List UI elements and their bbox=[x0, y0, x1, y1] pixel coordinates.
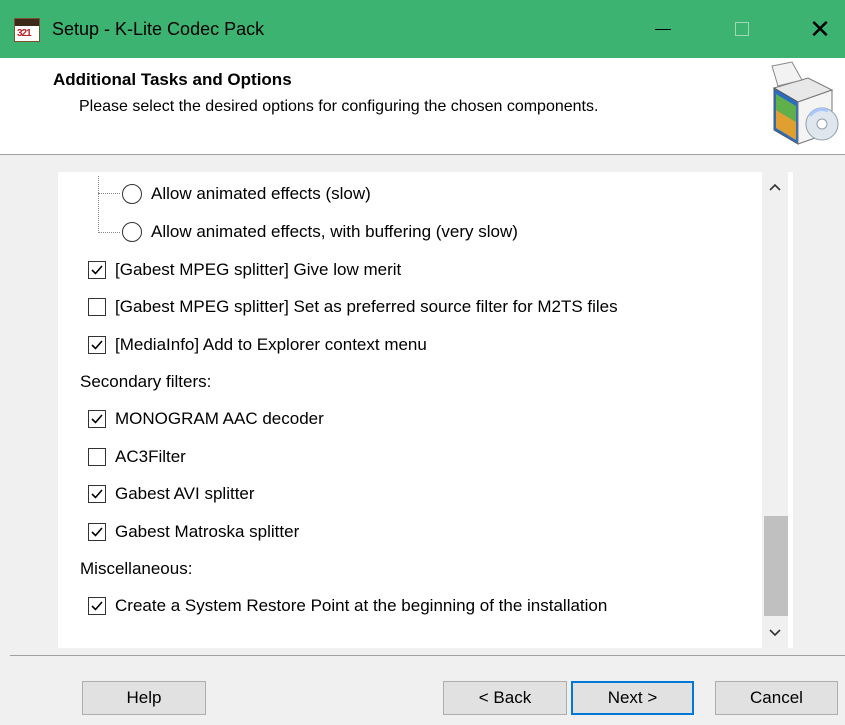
check-icon bbox=[91, 489, 103, 499]
option-radio-animated-slow[interactable]: Allow animated effects (slow) bbox=[122, 179, 371, 209]
section-label: Secondary filters: bbox=[80, 372, 212, 391]
option-label: Allow animated effects, with buffering (… bbox=[151, 222, 518, 241]
option-label: [Gabest MPEG splitter] Give low merit bbox=[115, 260, 402, 279]
back-button[interactable]: < Back bbox=[443, 681, 567, 715]
checkbox[interactable] bbox=[88, 597, 106, 615]
minimize-icon bbox=[655, 29, 671, 30]
maximize-icon bbox=[735, 22, 749, 36]
check-icon bbox=[91, 527, 103, 537]
close-button[interactable]: ✕ bbox=[787, 0, 845, 58]
option-label: [MediaInfo] Add to Explorer context menu bbox=[115, 335, 427, 354]
checkbox[interactable] bbox=[88, 261, 106, 279]
chevron-down-icon bbox=[769, 629, 781, 637]
option-mediainfo-context-menu[interactable]: [MediaInfo] Add to Explorer context menu bbox=[88, 330, 427, 360]
checkbox[interactable] bbox=[88, 336, 106, 354]
option-label: Create a System Restore Point at the beg… bbox=[115, 596, 608, 615]
footer-divider bbox=[10, 655, 845, 656]
section-heading-miscellaneous: Miscellaneous: bbox=[80, 554, 192, 584]
app-icon-text: 321 bbox=[17, 28, 32, 39]
section-label: Miscellaneous: bbox=[80, 559, 193, 578]
tree-line bbox=[98, 176, 99, 233]
options-list: Allow animated effects (slow) Allow anim… bbox=[58, 172, 793, 648]
radio-button[interactable] bbox=[122, 184, 142, 204]
check-icon bbox=[91, 265, 103, 275]
title-bar: 321 Setup - K-Lite Codec Pack ✕ bbox=[0, 0, 845, 58]
vertical-scrollbar[interactable] bbox=[762, 172, 788, 648]
help-button[interactable]: Help bbox=[82, 681, 206, 715]
option-mpeg-low-merit[interactable]: [Gabest MPEG splitter] Give low merit bbox=[88, 255, 401, 285]
check-icon bbox=[91, 601, 103, 611]
check-icon bbox=[91, 414, 103, 424]
window-title: Setup - K-Lite Codec Pack bbox=[52, 19, 265, 39]
page-subtitle: Please select the desired options for co… bbox=[79, 98, 599, 115]
checkbox[interactable] bbox=[88, 298, 106, 316]
checkbox[interactable] bbox=[88, 448, 106, 466]
option-label: MONOGRAM AAC decoder bbox=[115, 409, 324, 428]
checkbox[interactable] bbox=[88, 523, 106, 541]
next-button[interactable]: Next > bbox=[571, 681, 694, 715]
option-monogram-aac[interactable]: MONOGRAM AAC decoder bbox=[88, 404, 324, 434]
option-label: Gabest AVI splitter bbox=[115, 484, 255, 503]
scroll-down-button[interactable] bbox=[762, 618, 788, 648]
checkbox[interactable] bbox=[88, 485, 106, 503]
option-ac3filter[interactable]: AC3Filter bbox=[88, 442, 186, 472]
maximize-button bbox=[709, 0, 775, 58]
option-label: AC3Filter bbox=[115, 447, 186, 466]
scroll-thumb[interactable] bbox=[764, 516, 788, 616]
close-icon: ✕ bbox=[809, 14, 831, 44]
option-radio-animated-buffering[interactable]: Allow animated effects, with buffering (… bbox=[122, 217, 518, 247]
radio-button[interactable] bbox=[122, 222, 142, 242]
wizard-header: Additional Tasks and Options Please sele… bbox=[0, 58, 845, 155]
check-icon bbox=[91, 340, 103, 350]
option-mpeg-m2ts-preferred[interactable]: [Gabest MPEG splitter] Set as preferred … bbox=[88, 292, 618, 322]
app-icon[interactable]: 321 bbox=[14, 18, 40, 42]
minimize-button[interactable] bbox=[631, 0, 697, 58]
option-gabest-avi[interactable]: Gabest AVI splitter bbox=[88, 479, 255, 509]
option-gabest-matroska[interactable]: Gabest Matroska splitter bbox=[88, 517, 299, 547]
tree-branch bbox=[98, 232, 120, 233]
checkbox[interactable] bbox=[88, 410, 106, 428]
page-title: Additional Tasks and Options bbox=[53, 70, 292, 89]
scroll-up-button[interactable] bbox=[762, 172, 788, 202]
option-label: [Gabest MPEG splitter] Set as preferred … bbox=[115, 297, 618, 316]
option-label: Allow animated effects (slow) bbox=[151, 184, 371, 203]
section-heading-secondary-filters: Secondary filters: bbox=[80, 367, 211, 397]
option-label: Gabest Matroska splitter bbox=[115, 522, 300, 541]
tree-branch bbox=[98, 193, 120, 194]
chevron-up-icon bbox=[769, 183, 781, 191]
option-system-restore-point[interactable]: Create a System Restore Point at the beg… bbox=[88, 591, 607, 621]
software-box-icon bbox=[771, 61, 839, 145]
cancel-button[interactable]: Cancel bbox=[715, 681, 838, 715]
